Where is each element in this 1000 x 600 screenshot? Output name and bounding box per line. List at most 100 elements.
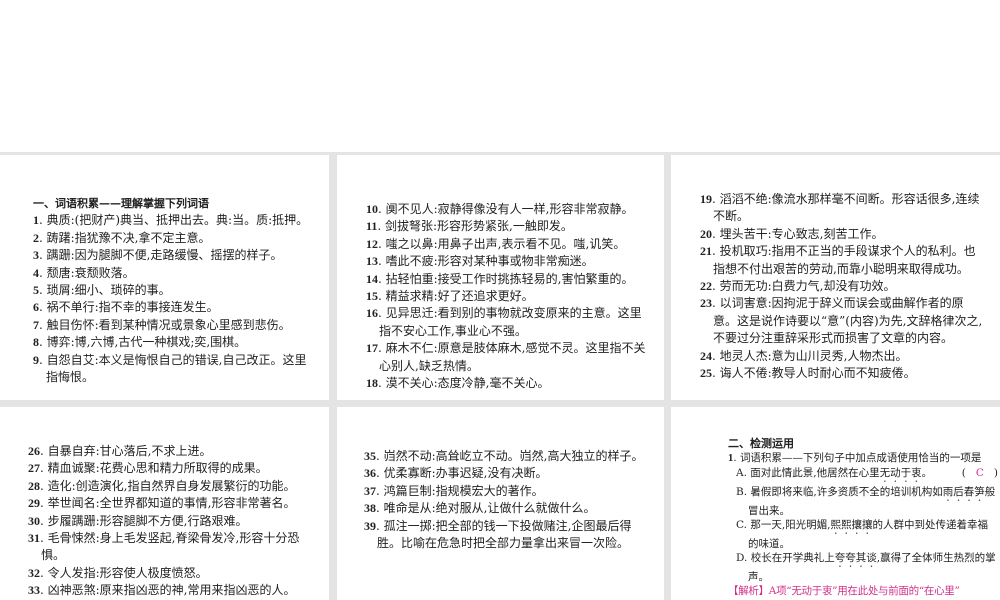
list-item: 17. 麻木不仁:原意是肢体麻木,感觉不灵。这里指不关心别人,缺乏热情。 [366, 340, 650, 375]
item-number: 21 [700, 244, 712, 259]
item-dot: . [40, 496, 48, 511]
item-number: 28 [28, 478, 40, 493]
list-item: 15. 精益求精:好了还追求更好。 [366, 288, 650, 305]
word-list: 10. 阒不见人:寂静得像没有人一样,形容非常寂静。 11. 剑拔弩张:形容形势紧… [366, 201, 650, 392]
list-item: 6. 祸不单行:指不幸的事接连发生。 [33, 299, 313, 316]
item-dot: . [376, 518, 384, 533]
item-number: 16 [366, 306, 378, 321]
item-number: 37 [364, 483, 376, 498]
item-number: 22 [700, 279, 712, 294]
item-text: 颓唐:衰颓败落。 [46, 265, 135, 280]
section-heading: 二、检测运用 [728, 437, 794, 450]
item-text: 踌躇:指犹豫不决,拿不定主意。 [46, 230, 211, 245]
list-item: 38. 唯命是从:绝对服从,让做什么就做什么。 [364, 500, 654, 517]
list-item: 22. 劳而无功:白费力气,却没有功效。 [700, 278, 984, 295]
item-text: 孤注一掷:把全部的钱一下投做赌注,企图最后得胜。比喻在危急时把全部力量拿出来冒一… [377, 518, 632, 551]
word-list: 35. 岿然不动:高耸屹立不动。岿然,高大独立的样子。 36. 优柔寡断:办事迟疑… [364, 448, 654, 552]
item-number: 19 [700, 192, 712, 206]
paren-close: ) [993, 467, 998, 479]
item-text: 令人发指:形容使人极度愤怒。 [47, 565, 208, 580]
item-dot: . [712, 348, 720, 363]
exercise: 二、检测运用 1. 词语积累——下列句子中加点成语使用恰当的一项是 ( C ) … [728, 437, 998, 598]
item-dot: . [39, 213, 47, 228]
item-dot: . [712, 296, 720, 311]
list-item: 9. 自怨自艾:本义是悔恨自己的错误,自己改正。这里指悔恨。 [33, 352, 313, 387]
emphasized-idiom: 熙熙攘攘 [830, 519, 873, 531]
item-text: 地灵人杰:意为山川灵秀,人物杰出。 [719, 348, 908, 363]
item-dot: . [378, 306, 386, 321]
item-dot: . [378, 376, 386, 391]
item-text: 剑拔弩张:形容形势紧张,一触即发。 [384, 219, 573, 234]
item-dot: . [40, 531, 48, 546]
item-number: 32 [28, 565, 40, 580]
item-text: 精血诚聚:花费心思和精力所取得的成果。 [47, 461, 268, 476]
list-item: 7. 触目伤怀:看到某种情况或景象心里感到悲伤。 [33, 317, 313, 334]
item-dot: . [712, 226, 720, 241]
item-text: 毛骨悚然:身上毛发竖起,脊梁骨发冷,形容十分恐惧。 [41, 531, 300, 563]
question-dot: . [733, 452, 740, 464]
item-text: 诲人不倦:教导人时耐心而不知疲倦。 [719, 366, 916, 381]
item-number: 29 [28, 496, 40, 511]
list-item: 33. 凶神恶煞:原来指凶恶的神,常用来指凶恶的人。 [28, 582, 318, 599]
item-number: 33 [28, 583, 40, 598]
item-dot: . [40, 461, 48, 476]
item-number: 27 [28, 461, 40, 476]
list-item: 11. 剑拔弩张:形容形势紧张,一触即发。 [366, 218, 650, 235]
list-item: 23. 以词害意:因拘泥于辞义而误会或曲解作者的原意。这是说作诗要以“意”(内容… [700, 295, 984, 347]
item-text: 嗜此不疲:形容对某种事或物非常痴迷。 [385, 254, 594, 269]
panel-words-10-18: 10. 阒不见人:寂静得像没有人一样,形容非常寂静。 11. 剑拔弩张:形容形势紧… [337, 155, 664, 400]
option-text: B. 暑假即将来临,许多资质不全的培训机构如 [736, 486, 943, 498]
item-text: 造化:创造演化,指自然界自身发展繁衍的功能。 [47, 478, 296, 493]
item-dot: . [39, 317, 47, 332]
item-dot: . [378, 254, 386, 269]
option-text: A. 面对此情此景,他居然在心里 [736, 467, 880, 479]
list-item: 31. 毛骨悚然:身上毛发竖起,脊梁骨发冷,形容十分恐惧。 [28, 530, 318, 565]
answer-blank: ( C ) [962, 466, 998, 480]
item-dot: . [378, 341, 386, 356]
list-item: 20. 埋头苦干:专心致志,刻苦工作。 [700, 226, 984, 243]
list-item: 37. 鸿篇巨制:指规模宏大的著作。 [364, 483, 654, 500]
option-text: 。 [921, 467, 933, 479]
item-number: 26 [28, 444, 40, 458]
word-list: 26. 自暴自弃:甘心落后,不求上进。 27. 精血诚聚:花费心思和精力所取得的成… [28, 443, 318, 600]
list-item: 36. 优柔寡断:办事迟疑,没有决断。 [364, 465, 654, 482]
item-text: 自怨自艾:本义是悔恨自己的错误,自己改正。这里指悔恨。 [46, 352, 307, 385]
item-text: 埋头苦干:专心致志,刻苦工作。 [719, 226, 884, 241]
item-dot: . [39, 352, 47, 367]
item-dot: . [39, 265, 47, 280]
item-text: 蹒跚:因为腿脚不便,走路缓慢、摇摆的样子。 [46, 248, 283, 263]
list-item: 27. 精血诚聚:花费心思和精力所取得的成果。 [28, 460, 318, 477]
item-number: 18 [366, 376, 378, 391]
list-item: 3. 蹒跚:因为腿脚不便,走路缓慢、摇摆的样子。 [33, 247, 313, 264]
item-text: 唯命是从:绝对服从,让做什么就做什么。 [383, 501, 596, 516]
item-dot: . [378, 236, 386, 251]
list-item: 28. 造化:创造演化,指自然界自身发展繁衍的功能。 [28, 478, 318, 495]
list-item: 29. 举世闻名:全世界都知道的事情,形容非常著名。 [28, 495, 318, 512]
list-item: 35. 岿然不动:高耸屹立不动。岿然,高大独立的样子。 [364, 448, 654, 465]
list-item: 2. 踌躇:指犹豫不决,拿不定主意。 [33, 230, 313, 247]
item-text: 劳而无功:白费力气,却没有功效。 [719, 279, 896, 294]
item-number: 24 [700, 348, 712, 363]
item-number: 13 [366, 254, 378, 269]
answer: C [975, 467, 984, 479]
item-number: 39 [364, 518, 376, 533]
item-dot: . [712, 279, 720, 294]
list-item: 8. 博弈:博,六博,古代一种棋戏;奕,围棋。 [33, 334, 313, 351]
panel-exercise: 二、检测运用 1. 词语积累——下列句子中加点成语使用恰当的一项是 ( C ) … [671, 407, 1000, 600]
list-item: 12. 嗤之以鼻:用鼻子出声,表示看不见。嗤,讥笑。 [366, 236, 650, 253]
item-dot: . [712, 244, 720, 259]
list-item: 30. 步履蹒跚:形容腿脚不方便,行路艰难。 [28, 513, 318, 530]
panel-words-35-39: 35. 岿然不动:高耸屹立不动。岿然,高大独立的样子。 36. 优柔寡断:办事迟疑… [337, 407, 664, 600]
item-text: 滔滔不绝:像流水那样毫不间断。形容话很多,连续不断。 [713, 192, 980, 224]
emphasized-idiom: 无动于衷 [879, 467, 922, 479]
item-number: 38 [364, 501, 376, 516]
item-text: 见异思迁:看到别的事物就改变原来的主意。这里指不安心工作,事业心不强。 [379, 306, 642, 338]
option-b: B. 暑假即将来临,许多资质不全的培训机构如雨后春笋般冒出来。 [736, 485, 998, 518]
item-number: 30 [28, 513, 40, 528]
item-number: 35 [364, 449, 376, 463]
list-item: 16. 见异思迁:看到别的事物就改变原来的主意。这里指不安心工作,事业心不强。 [366, 305, 650, 340]
panel-words-1-9: 一、词语积累——理解掌握下列词语 1. 典质:(把财产)典当、抵押出去。典:当。… [0, 155, 329, 400]
list-item: 26. 自暴自弃:甘心落后,不求上进。 [28, 443, 318, 460]
item-number: 31 [28, 531, 40, 546]
item-number: 14 [366, 271, 378, 286]
